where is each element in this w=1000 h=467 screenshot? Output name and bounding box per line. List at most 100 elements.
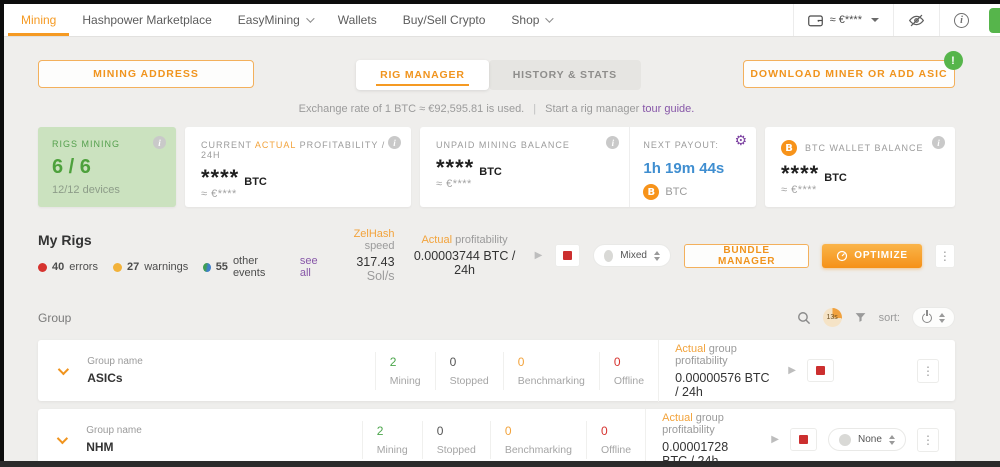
stat-offline: 0Offline [586, 421, 645, 459]
stop-group-button[interactable] [790, 428, 817, 451]
card-label: BTC WALLET BALANCE [805, 143, 924, 153]
info-icon[interactable]: i [606, 136, 619, 149]
nav-item-easymining[interactable]: EasyMining [225, 4, 325, 36]
events-label: other events [233, 255, 283, 279]
sort-arrows-icon [939, 313, 945, 323]
tour-guide-link[interactable]: tour guide. [642, 103, 694, 115]
help-info-button[interactable]: i [939, 4, 983, 36]
chevron-down-icon [871, 18, 879, 22]
refresh-timer[interactable]: 13s [823, 308, 842, 327]
stat-benchmarking: 0Benchmarking [503, 352, 599, 390]
profit-value: 0.00003744 BTC / 24h [408, 249, 522, 277]
nav-label: Hashpower Marketplace [82, 13, 211, 27]
select-arrows-icon [889, 435, 895, 445]
download-miner-button[interactable]: DOWNLOAD MINER OR ADD ASIC ! [743, 60, 955, 88]
stop-icon [799, 435, 808, 444]
play-group-icon[interactable]: ▶ [788, 365, 796, 376]
stat-stopped: 0 Stopped [422, 421, 490, 459]
exchange-rate-text: Exchange rate of 1 BTC ≈ €92,595.81 is u… [299, 103, 525, 115]
unpaid-balance-section: UNPAID MINING BALANCE ****BTC ≈ €**** i [420, 127, 629, 207]
tab-label: HISTORY & STATS [513, 69, 617, 81]
stat-value: 0 [614, 355, 644, 369]
label-highlight: Actual [662, 412, 693, 424]
group-header: Group 13s sort: [38, 307, 955, 328]
group-profitability: Actual group profitability 0.00001728 BT… [645, 409, 771, 467]
power-mode-select[interactable]: Mixed [593, 244, 671, 267]
nav-item-mining[interactable]: Mining [8, 4, 69, 36]
wallet-balance-dropdown[interactable]: ≈ €**** [793, 4, 893, 36]
notification-badge[interactable]: ! [944, 51, 963, 70]
expand-group-button[interactable] [50, 436, 72, 444]
gear-icon[interactable]: ⚙ [734, 134, 747, 148]
stat-value: 2 [377, 424, 408, 438]
stat-label: Benchmarking [505, 444, 572, 456]
expand-group-button[interactable] [50, 367, 73, 375]
play-group-icon[interactable]: ▶ [771, 434, 779, 445]
info-icon[interactable]: i [153, 136, 166, 149]
warnings-label: warnings [144, 261, 188, 273]
label-part: CURRENT [201, 140, 252, 150]
search-icon[interactable] [797, 311, 811, 325]
stat-value: 0 [437, 424, 476, 438]
stat-label: Offline [601, 444, 631, 456]
stop-icon [816, 366, 825, 375]
mining-address-button[interactable]: MINING ADDRESS [38, 60, 254, 88]
chevron-down-icon [546, 14, 554, 22]
sort-by-power-button[interactable] [912, 307, 955, 328]
mode-dot-icon [604, 250, 613, 262]
group-name-block: Group name NHM [86, 425, 362, 454]
stat-label: Stopped [437, 444, 476, 456]
btc-unit: BTC [244, 176, 267, 188]
group-options-button[interactable]: ⋮ [917, 359, 939, 383]
view-tabs: RIG MANAGER HISTORY & STATS [356, 60, 641, 90]
masked-amount: **** [201, 165, 239, 190]
masked-btc-value: ****BTC [436, 155, 613, 175]
group-mode-select[interactable]: None [828, 428, 906, 451]
button-label: MINING ADDRESS [93, 68, 199, 80]
selected-option: None [858, 434, 882, 445]
info-icon[interactable]: i [388, 136, 401, 149]
see-all-link[interactable]: see all [300, 255, 328, 279]
stat-value: 0 [518, 355, 585, 369]
masked-btc-value: ****BTC [201, 165, 395, 185]
eye-slash-icon [908, 13, 925, 28]
nav-item-hashpower-marketplace[interactable]: Hashpower Marketplace [69, 4, 224, 36]
label-highlight: ACTUAL [255, 140, 296, 150]
tab-history-stats[interactable]: HISTORY & STATS [489, 60, 641, 90]
section-title: My Rigs [38, 232, 327, 248]
fiat-equivalent: ≈ €**** [201, 188, 395, 200]
payout-coin-row: B BTC [643, 184, 743, 200]
stop-group-button[interactable] [807, 359, 834, 382]
rigs-mining-card: RIGS MINING 6 / 6 12/12 devices i [38, 127, 176, 207]
mode-dot-icon [839, 434, 851, 446]
card-label: RIGS MINING [52, 139, 162, 149]
tab-rig-manager[interactable]: RIG MANAGER [356, 60, 489, 90]
label-highlight: Actual [421, 234, 452, 246]
play-all-icon[interactable]: ▶ [535, 250, 543, 261]
stats-cards-row: RIGS MINING 6 / 6 12/12 devices i CURREN… [38, 127, 955, 207]
more-options-button[interactable]: ⋮ [935, 244, 955, 268]
group-profitability: Actual group profitability 0.00000576 BT… [658, 340, 788, 402]
stop-all-button[interactable] [555, 244, 580, 267]
optimize-button[interactable]: OPTIMIZE [822, 244, 922, 268]
filter-funnel-icon[interactable] [854, 311, 867, 324]
btc-unit: BTC [479, 166, 502, 178]
nav-label: Mining [21, 13, 56, 27]
wallet-icon [808, 14, 823, 27]
nav-item-buy-sell-crypto[interactable]: Buy/Sell Crypto [390, 4, 499, 36]
chat-widget[interactable] [989, 8, 1000, 33]
events-count: 55 [216, 261, 228, 273]
profit-value: 0.00000576 BTC / 24h [675, 371, 772, 399]
chevron-down-icon [57, 432, 68, 443]
nav-item-shop[interactable]: Shop [498, 4, 564, 36]
nav-item-wallets[interactable]: Wallets [325, 4, 390, 36]
stat-label: Mining [377, 444, 408, 456]
stat-value: 0 [450, 355, 489, 369]
gauge-icon [836, 250, 848, 262]
bundle-manager-button[interactable]: BUNDLE MANAGER [684, 244, 809, 268]
hide-balances-toggle[interactable] [893, 4, 939, 36]
errors-count: 40 [52, 261, 64, 273]
button-label: DOWNLOAD MINER OR ADD ASIC [750, 68, 947, 80]
info-icon[interactable]: i [932, 136, 945, 149]
group-options-button[interactable]: ⋮ [917, 428, 939, 452]
